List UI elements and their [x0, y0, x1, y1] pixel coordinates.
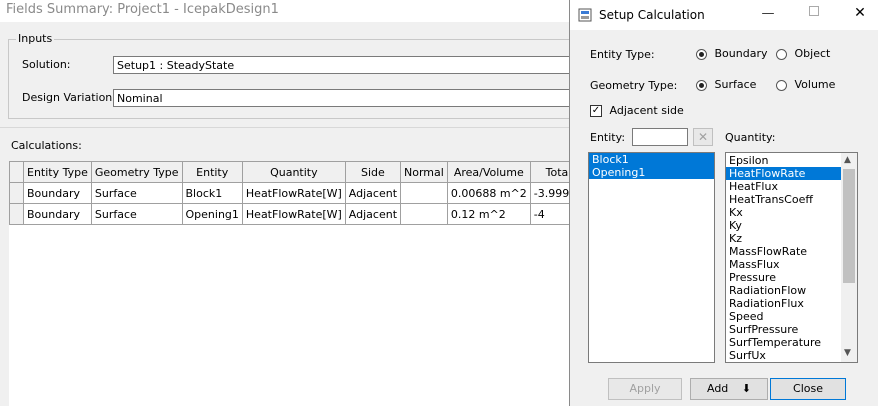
radio-icon — [776, 79, 787, 91]
list-item-selected[interactable]: HeatFlowRate — [726, 167, 841, 180]
cell-side[interactable]: Adjacent — [344, 203, 402, 225]
cell-entity-type[interactable]: Boundary — [23, 182, 92, 204]
list-item[interactable]: Kx — [726, 206, 841, 219]
close-button[interactable]: Close — [770, 378, 846, 400]
cell-entity[interactable]: Opening1 — [181, 203, 243, 225]
grid-header-row: Entity Type Geometry Type Entity Quantit… — [9, 161, 588, 183]
list-item[interactable]: RadiationFlow — [726, 284, 841, 297]
list-item[interactable]: SurfUx — [726, 349, 841, 362]
add-button[interactable]: Add ⬇ — [690, 378, 768, 400]
cell-side[interactable]: Adjacent — [344, 182, 402, 204]
cell-geometry-type[interactable]: Surface — [90, 203, 183, 225]
list-item[interactable]: Speed — [726, 310, 841, 323]
scroll-down-icon[interactable]: ▼ — [844, 348, 851, 358]
list-item[interactable]: Epsilon — [726, 154, 841, 167]
list-item[interactable]: HeatTransCoeff — [726, 193, 841, 206]
row-selector[interactable] — [9, 203, 24, 225]
inputs-group-label: Inputs — [16, 32, 55, 45]
col-quantity[interactable]: Quantity — [241, 161, 346, 183]
list-item[interactable]: MassFlowRate — [726, 245, 841, 258]
cell-geometry-type[interactable]: Surface — [90, 182, 183, 204]
inputs-group — [8, 39, 584, 119]
apply-button[interactable]: Apply — [608, 378, 682, 400]
list-item[interactable]: Kz — [726, 232, 841, 245]
quantity-label: Quantity: — [725, 131, 776, 144]
radio-icon — [776, 48, 787, 60]
geometry-type-surface-radio[interactable]: Surface — [696, 78, 756, 91]
radio-label: Volume — [794, 78, 836, 91]
add-button-label: Add — [706, 382, 729, 395]
scroll-up-icon[interactable]: ▲ — [844, 155, 851, 165]
geometry-type-label: Geometry Type: — [590, 79, 678, 92]
radio-label: Boundary — [714, 47, 768, 60]
cell-area-volume[interactable]: 0.12 m^2 — [446, 203, 531, 225]
design-variation-combo[interactable]: Nominal — [113, 89, 571, 107]
design-variation-value: Nominal — [117, 92, 163, 105]
scrollbar-thumb[interactable] — [843, 169, 855, 283]
radio-label: Object — [794, 47, 831, 60]
close-icon[interactable]: ✕ — [850, 5, 870, 21]
geometry-type-volume-radio[interactable]: Volume — [776, 78, 835, 91]
row-selector[interactable] — [9, 182, 24, 204]
list-item[interactable]: Ky — [726, 219, 841, 232]
fields-summary-title: Fields Summary: Project1 - IcepakDesign1 — [6, 2, 279, 17]
col-entity-type[interactable]: Entity Type — [23, 161, 92, 183]
table-row[interactable]: Boundary Surface Block1 HeatFlowRate[W] … — [9, 182, 588, 204]
cell-area-volume[interactable]: 0.00688 m^2 — [446, 182, 531, 204]
list-item[interactable]: SurfPressure — [726, 323, 841, 336]
radio-selected-icon — [696, 79, 707, 91]
maximize-icon[interactable] — [804, 6, 824, 19]
adjacent-side-checkbox[interactable]: ✓ Adjacent side — [590, 104, 684, 117]
col-entity[interactable]: Entity — [181, 161, 243, 183]
list-item[interactable]: RadiationFlux — [726, 297, 841, 310]
adjacent-side-label: Adjacent side — [609, 104, 684, 117]
calculations-grid: Entity Type Geometry Type Entity Quantit… — [9, 161, 588, 225]
arrow-down-icon: ⬇ — [741, 382, 751, 395]
cell-quantity[interactable]: HeatFlowRate[W] — [241, 182, 346, 204]
col-area-volume[interactable]: Area/Volume — [446, 161, 531, 183]
cell-quantity[interactable]: HeatFlowRate[W] — [241, 203, 346, 225]
col-geometry-type[interactable]: Geometry Type — [90, 161, 183, 183]
separator — [0, 127, 570, 128]
clear-filter-icon[interactable]: ✕ — [693, 128, 713, 146]
cell-normal[interactable] — [400, 182, 448, 204]
cell-normal[interactable] — [400, 203, 448, 225]
setup-calculation-dialog: Setup Calculation — ✕ Entity Type: Bound… — [569, 0, 878, 406]
solution-label: Solution: — [22, 58, 71, 71]
cell-entity-type[interactable]: Boundary — [23, 203, 92, 225]
calculations-label: Calculations: — [11, 139, 82, 152]
solution-combo[interactable]: Setup1 : SteadyState — [113, 56, 571, 74]
list-item[interactable]: SurfTemperature — [726, 336, 841, 349]
minimize-icon[interactable]: — — [758, 6, 778, 21]
checkmark-icon: ✓ — [590, 105, 602, 117]
list-item[interactable]: Opening1 — [589, 166, 714, 179]
col-normal[interactable]: Normal — [400, 161, 448, 183]
quantity-scrollbar[interactable]: ▲ ▼ — [841, 153, 857, 362]
entity-label: Entity: — [590, 131, 626, 144]
list-item[interactable]: HeatFlux — [726, 180, 841, 193]
entity-type-object-radio[interactable]: Object — [776, 47, 830, 60]
radio-label: Surface — [714, 78, 757, 91]
app-icon — [578, 8, 592, 25]
solution-value: Setup1 : SteadyState — [117, 59, 235, 72]
list-item[interactable]: MassFlux — [726, 258, 841, 271]
entity-listbox[interactable]: Block1 Opening1 — [588, 152, 715, 363]
dialog-titlebar[interactable]: Setup Calculation — ✕ — [570, 0, 878, 30]
cell-entity[interactable]: Block1 — [181, 182, 243, 204]
dialog-title: Setup Calculation — [599, 8, 705, 22]
quantity-listbox[interactable]: Epsilon HeatFlowRate HeatFlux HeatTransC… — [725, 152, 858, 363]
design-variation-label: Design Variation: — [22, 91, 116, 104]
entity-filter-input[interactable] — [632, 128, 688, 146]
grid-corner — [9, 161, 24, 183]
list-item[interactable]: Pressure — [726, 271, 841, 284]
entity-type-label: Entity Type: — [590, 48, 655, 61]
radio-selected-icon — [696, 48, 707, 60]
entity-type-boundary-radio[interactable]: Boundary — [696, 47, 767, 60]
list-item[interactable]: Block1 — [589, 153, 714, 166]
col-side[interactable]: Side — [344, 161, 402, 183]
table-row[interactable]: Boundary Surface Opening1 HeatFlowRate[W… — [9, 203, 588, 225]
